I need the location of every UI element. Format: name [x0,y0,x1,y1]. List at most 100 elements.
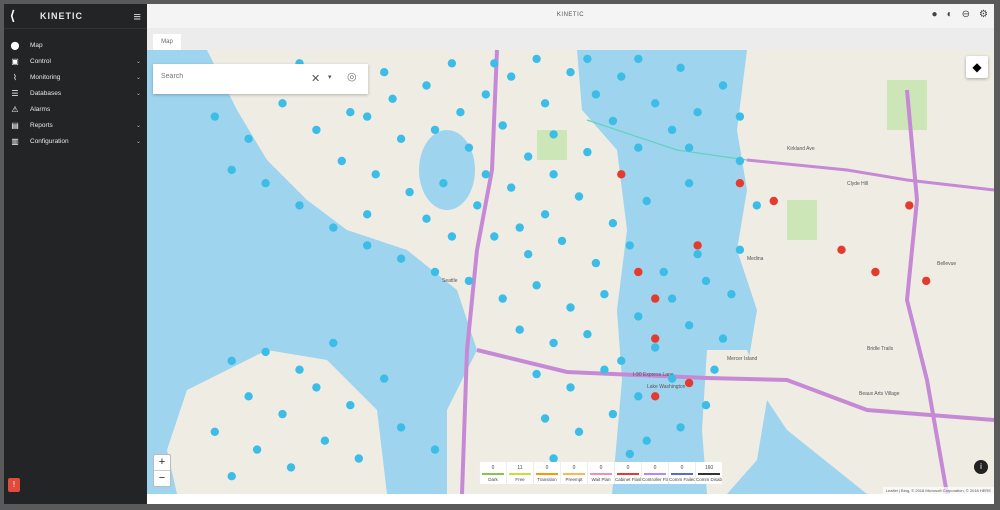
alarm-marker[interactable] [769,196,778,206]
legend-item[interactable]: 0 Preempt [560,462,587,484]
signal-marker[interactable] [244,392,253,401]
signal-marker[interactable] [684,143,694,152]
signal-marker[interactable] [617,72,626,81]
signal-marker[interactable] [430,445,440,454]
sidebar-item-configuration[interactable]: ▥ Configuration ⌄ [4,133,147,149]
signal-marker[interactable] [634,392,643,401]
signal-marker[interactable] [659,267,668,277]
signal-marker[interactable] [600,290,609,299]
alert-icon[interactable]: ! [8,478,20,492]
alarm-marker[interactable] [871,267,880,277]
signal-marker[interactable] [396,423,406,432]
signal-marker[interactable] [684,321,694,330]
hamburger-menu-icon[interactable]: ≡ [133,9,141,24]
signal-marker[interactable] [439,179,448,188]
signal-marker[interactable] [574,192,584,201]
signal-marker[interactable] [388,94,397,103]
signal-marker[interactable] [532,369,541,379]
signal-marker[interactable] [608,409,618,419]
alarm-marker[interactable] [651,294,660,303]
signal-marker[interactable] [651,99,660,108]
legend-item[interactable]: 11 Free [506,462,533,484]
signal-marker[interactable] [566,68,575,77]
signal-marker[interactable] [354,454,363,463]
signal-marker[interactable] [693,250,702,259]
signal-marker[interactable] [227,472,236,481]
signal-marker[interactable] [642,196,651,206]
signal-marker[interactable] [676,63,685,72]
signal-marker[interactable] [473,201,482,210]
signal-marker[interactable] [312,125,321,135]
signal-marker[interactable] [583,147,592,157]
info-icon[interactable]: i [974,460,988,474]
sidebar-item-reports[interactable]: ▤ Reports ⌄ [4,117,147,133]
signal-marker[interactable] [566,303,575,312]
clear-search-icon[interactable]: ✕ [311,72,320,85]
signal-marker[interactable] [430,125,440,135]
signal-marker[interactable] [380,374,389,383]
signal-marker[interactable] [634,54,643,64]
signal-marker[interactable] [278,409,287,419]
signal-marker[interactable] [295,201,304,210]
theme-toggle-icon[interactable]: ◐ [947,9,953,20]
signal-marker[interactable] [430,267,440,277]
signal-marker[interactable] [608,116,618,126]
search-dropdown-icon[interactable]: ▾ [328,73,332,81]
legend-item[interactable]: 160 Comm Disabled [695,462,722,484]
signal-marker[interactable] [498,121,507,130]
signal-marker[interactable] [286,463,296,472]
signal-marker[interactable] [278,99,287,108]
sidebar-item-databases[interactable]: ☰ Databases ⌄ [4,85,147,101]
signal-marker[interactable] [566,383,575,392]
tab-map[interactable]: Map [153,34,181,50]
signal-marker[interactable] [210,112,219,121]
signal-marker[interactable] [591,258,601,268]
alarm-marker[interactable] [905,201,914,210]
signal-marker[interactable] [540,210,550,219]
signal-marker[interactable] [396,254,406,263]
signal-marker[interactable] [701,276,711,286]
signal-marker[interactable] [667,294,677,303]
signal-marker[interactable] [574,427,584,436]
signal-marker[interactable] [718,334,728,343]
signal-marker[interactable] [363,112,372,121]
legend-item[interactable]: 0 Comm Failed [668,462,695,484]
signal-marker[interactable] [371,170,380,179]
signal-marker[interactable] [735,245,745,254]
signal-marker[interactable] [676,423,685,432]
signal-marker[interactable] [346,108,355,117]
alarm-marker[interactable] [634,267,643,277]
sidebar-item-map[interactable]: ⬤ Map [4,37,147,53]
search-input[interactable] [159,72,313,81]
sidebar-item-control[interactable]: ▣ Control ⌄ [4,53,147,69]
signal-marker[interactable] [667,125,677,135]
signal-marker[interactable] [515,325,524,334]
signal-marker[interactable] [490,232,499,241]
signal-marker[interactable] [464,143,474,152]
legend-item[interactable]: 0 Transition [533,462,560,484]
signal-marker[interactable] [295,365,304,374]
signal-marker[interactable] [507,72,516,81]
signal-marker[interactable] [532,54,541,64]
signal-marker[interactable] [244,134,253,143]
signal-marker[interactable] [684,179,694,188]
legend-item[interactable]: 0 Dark [479,462,506,484]
signal-marker[interactable] [591,90,601,99]
signal-marker[interactable] [422,81,431,90]
signal-marker[interactable] [557,236,567,246]
signal-marker[interactable] [261,179,270,188]
signal-marker[interactable] [481,90,490,99]
signal-marker[interactable] [735,112,745,121]
signal-marker[interactable] [515,223,524,232]
signal-marker[interactable] [667,374,677,383]
signal-marker[interactable] [634,143,643,152]
signal-marker[interactable] [227,356,236,365]
layers-icon[interactable]: ◆ [966,56,988,78]
signal-marker[interactable] [532,281,541,290]
signal-marker[interactable] [524,152,533,161]
signal-marker[interactable] [380,68,389,77]
signal-marker[interactable] [227,165,236,175]
signal-marker[interactable] [464,276,474,286]
signal-marker[interactable] [583,330,592,339]
sidebar-item-alarms[interactable]: ⚠ Alarms [4,101,147,117]
